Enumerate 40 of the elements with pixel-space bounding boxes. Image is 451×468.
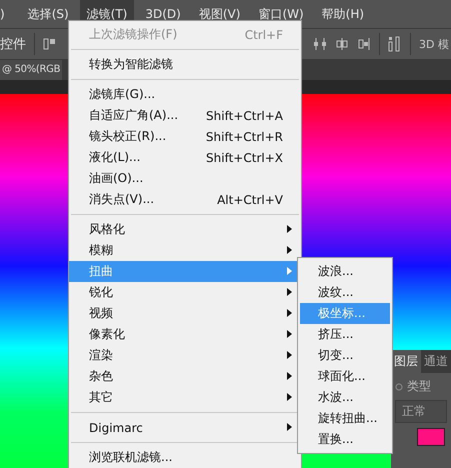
menu-item[interactable]: 水波... <box>298 387 392 408</box>
menu-item[interactable]: 渲染 <box>69 345 301 366</box>
blend-mode-dropdown[interactable]: 正常 <box>395 400 447 423</box>
menu-item[interactable]: 挤压... <box>298 324 392 345</box>
menu-item[interactable]: 镜头校正(R)... Shift+Ctrl+R <box>69 126 301 147</box>
menu-item[interactable]: 滤镜库(G)... <box>69 84 301 105</box>
menu-item[interactable]: 油画(O)... <box>69 168 301 189</box>
align-icon[interactable] <box>43 38 57 50</box>
distribute-icon[interactable] <box>313 37 327 51</box>
menu-item[interactable]: 自适应广角(A)... Shift+Ctrl+A <box>69 105 301 126</box>
menu-item[interactable]: 液化(L)... Shift+Ctrl+X <box>69 147 301 168</box>
menu-item[interactable]: 球面化... <box>298 366 392 387</box>
menu-item[interactable]: 波浪... <box>298 261 392 282</box>
menu-bar-item[interactable]: 帮助(H) <box>314 0 372 28</box>
panel-tab[interactable]: 图层 <box>391 350 421 373</box>
distribute-icon[interactable] <box>388 36 402 52</box>
menu-item[interactable]: 视频 <box>69 303 301 324</box>
document-tab[interactable]: @ 50%(RGB <box>0 60 62 80</box>
menu-item[interactable]: 其它 <box>69 387 301 408</box>
menu-item[interactable]: 浏览联机滤镜... <box>69 447 301 468</box>
filter-type-label[interactable]: 类型 <box>407 378 431 395</box>
menu-bar-item[interactable]: ) <box>0 0 17 28</box>
distribute-icon[interactable] <box>357 37 371 51</box>
menu-item[interactable]: 像素化 <box>69 324 301 345</box>
menu-item[interactable]: 消失点(V)... Alt+Ctrl+V <box>69 189 301 210</box>
menu-item[interactable]: Digimarc <box>69 417 301 438</box>
menu-item[interactable]: 杂色 <box>69 366 301 387</box>
menu-item[interactable]: 旋转扭曲... <box>298 408 392 429</box>
menu-item[interactable]: 锐化 <box>69 282 301 303</box>
menu-item[interactable]: 波纹... <box>298 282 392 303</box>
3d-mode-label: 3D 模 <box>419 36 449 52</box>
menu-item[interactable]: 模糊 <box>69 240 301 261</box>
menu-item[interactable]: 置换... <box>298 429 392 450</box>
panel-tab[interactable]: 通道 <box>421 350 451 373</box>
options-label: 控件 <box>0 36 26 53</box>
menu-item[interactable]: 转换为智能滤镜 <box>69 54 301 75</box>
distribute-icon[interactable] <box>335 37 349 51</box>
menu-item[interactable]: 切变... <box>298 345 392 366</box>
layer-thumbnail <box>417 428 445 446</box>
menu-item[interactable]: 风格化 <box>69 219 301 240</box>
